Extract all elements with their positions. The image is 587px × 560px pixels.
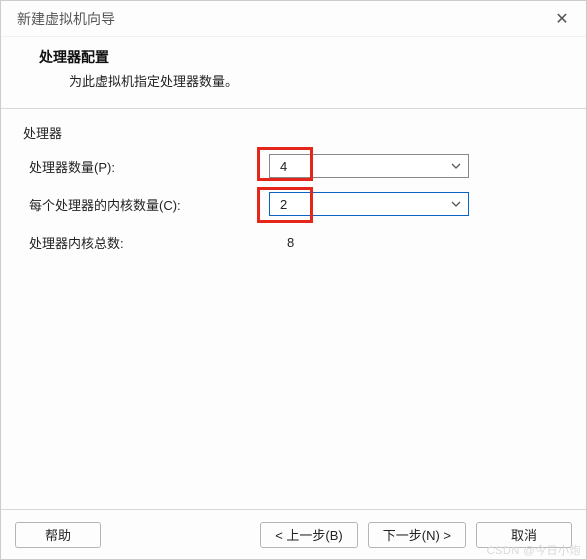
row-processor-count: 处理器数量(P): 4 <box>23 152 564 180</box>
page-title: 处理器配置 <box>39 47 560 67</box>
label-cores-per-processor: 每个处理器的内核数量(C): <box>23 195 269 214</box>
label-total-cores: 处理器内核总数: <box>23 233 269 252</box>
value-total-cores: 8 <box>269 235 294 250</box>
select-cores-per-processor[interactable]: 2 <box>269 192 469 216</box>
page-subtitle: 为此虚拟机指定处理器数量。 <box>39 71 560 90</box>
select-processor-count[interactable]: 4 <box>269 154 469 178</box>
wizard-footer: 帮助 < 上一步(B) 下一步(N) > 取消 <box>1 509 586 559</box>
cancel-button[interactable]: 取消 <box>476 522 572 548</box>
window-title: 新建虚拟机向导 <box>17 9 115 29</box>
help-button[interactable]: 帮助 <box>15 522 101 548</box>
wizard-body: 处理器 处理器数量(P): 4 每个处理器的内核数量(C): 2 <box>1 109 586 509</box>
titlebar: 新建虚拟机向导 ✕ <box>1 1 586 37</box>
row-total-cores: 处理器内核总数: 8 <box>23 228 564 256</box>
label-processor-count: 处理器数量(P): <box>23 157 269 176</box>
wizard-header: 处理器配置 为此虚拟机指定处理器数量。 <box>1 37 586 109</box>
close-icon[interactable]: ✕ <box>548 9 576 29</box>
select-processor-count-value: 4 <box>280 159 287 174</box>
wizard-window: 新建虚拟机向导 ✕ 处理器配置 为此虚拟机指定处理器数量。 处理器 处理器数量(… <box>0 0 587 560</box>
row-cores-per-processor: 每个处理器的内核数量(C): 2 <box>23 190 564 218</box>
back-button[interactable]: < 上一步(B) <box>260 522 358 548</box>
group-label-processors: 处理器 <box>23 123 564 142</box>
next-button[interactable]: 下一步(N) > <box>368 522 466 548</box>
select-cores-per-processor-value: 2 <box>280 197 287 212</box>
